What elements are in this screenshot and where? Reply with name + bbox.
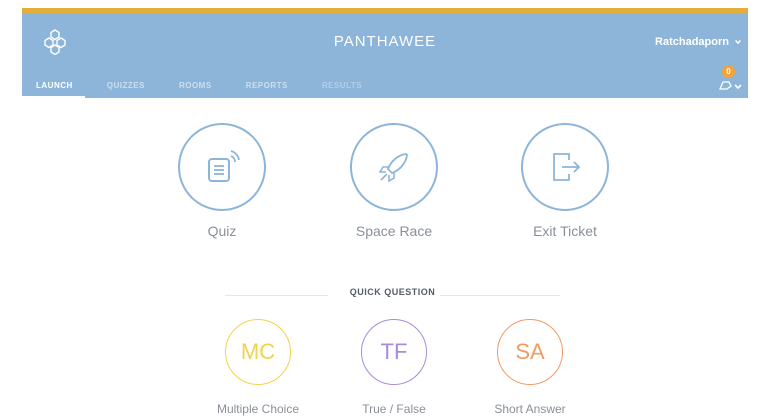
true-false-label: True / False	[362, 402, 426, 416]
rocket-icon	[350, 123, 438, 211]
user-menu[interactable]: Ratchadaporn	[655, 36, 742, 48]
header-bar: PANTHAWEE Ratchadaporn LAUNCH QUIZZES RO…	[22, 13, 748, 98]
launch-space-race-button[interactable]: Space Race	[334, 123, 454, 239]
quiz-icon	[178, 123, 266, 211]
launch-quiz-button[interactable]: Quiz	[162, 123, 282, 239]
tf-circle: TF	[361, 319, 427, 385]
launch-quiz-label: Quiz	[207, 223, 237, 239]
launch-exit-ticket-label: Exit Ticket	[533, 223, 597, 239]
quick-question-short-answer-button[interactable]: SA Short Answer	[470, 319, 590, 416]
notifications-menu[interactable]: 0	[714, 65, 744, 93]
launch-exit-ticket-button[interactable]: Exit Ticket	[505, 123, 625, 239]
tab-launch[interactable]: LAUNCH	[22, 79, 89, 98]
launch-options: Quiz Space Race Exit Ticket	[0, 123, 762, 253]
quick-question-multiple-choice-button[interactable]: MC Multiple Choice	[198, 319, 318, 416]
quick-question-true-false-button[interactable]: TF True / False	[334, 319, 454, 416]
tab-results[interactable]: RESULTS	[322, 79, 378, 90]
mc-circle: MC	[225, 319, 291, 385]
exit-ticket-icon	[521, 123, 609, 211]
nav-tabs: LAUNCH QUIZZES ROOMS REPORTS RESULTS	[22, 79, 396, 98]
divider-line-right	[440, 295, 560, 296]
tab-quizzes[interactable]: QUIZZES	[107, 79, 161, 90]
chevron-down-icon	[735, 39, 741, 45]
quick-question-divider: QUICK QUESTION	[225, 287, 560, 301]
multiple-choice-label: Multiple Choice	[216, 402, 300, 416]
sa-circle: SA	[497, 319, 563, 385]
user-name: Ratchadaporn	[655, 36, 729, 48]
hand-raise-icon	[719, 81, 742, 90]
brand-title: PANTHAWEE	[333, 33, 437, 50]
tab-reports[interactable]: REPORTS	[246, 79, 304, 90]
tab-rooms[interactable]: ROOMS	[179, 79, 228, 90]
launch-space-race-label: Space Race	[355, 223, 433, 239]
short-answer-label: Short Answer	[494, 402, 566, 416]
